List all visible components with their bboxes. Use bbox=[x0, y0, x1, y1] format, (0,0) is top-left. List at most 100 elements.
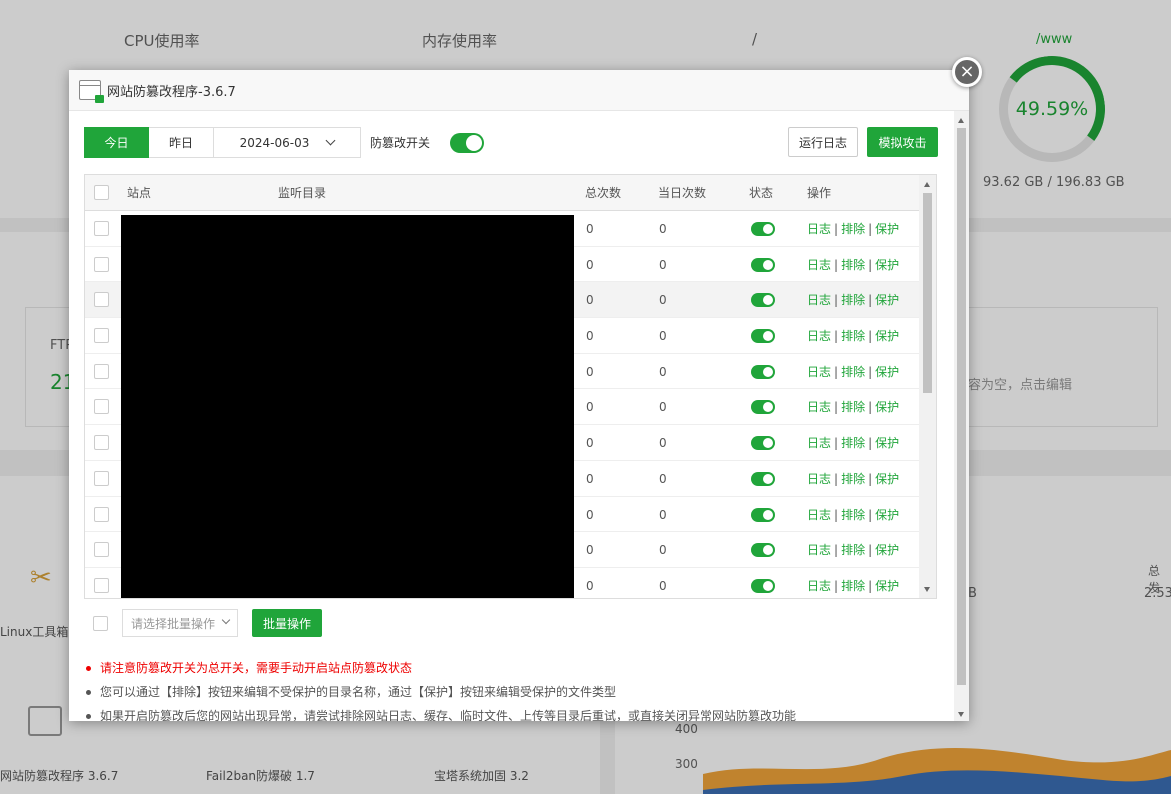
row-protect-link[interactable]: 保护 bbox=[875, 579, 899, 593]
run-log-button[interactable]: 运行日志 bbox=[788, 127, 858, 157]
row-protect-link[interactable]: 保护 bbox=[875, 400, 899, 414]
row-actions: 日志 | 排除 | 保护 bbox=[807, 319, 899, 354]
row-protect-link[interactable]: 保护 bbox=[875, 543, 899, 557]
row-log-link[interactable]: 日志 bbox=[807, 436, 831, 450]
column-dir: 监听目录 bbox=[278, 186, 327, 200]
row-status-switch[interactable] bbox=[751, 578, 775, 593]
row-status-switch[interactable] bbox=[751, 471, 775, 486]
row-today-count: 0 bbox=[659, 222, 667, 236]
batch-action-select[interactable]: 请选择批量操作 bbox=[122, 609, 238, 637]
row-protect-link[interactable]: 保护 bbox=[875, 293, 899, 307]
modal-title: 网站防篡改程序-3.6.7 bbox=[107, 84, 236, 100]
modal-scroll-up-icon[interactable] bbox=[958, 118, 964, 123]
row-log-link[interactable]: 日志 bbox=[807, 508, 831, 522]
row-checkbox[interactable] bbox=[94, 292, 109, 308]
row-checkbox[interactable] bbox=[94, 435, 109, 451]
row-checkbox[interactable] bbox=[94, 399, 109, 415]
row-status-switch[interactable] bbox=[751, 507, 775, 522]
row-log-link[interactable]: 日志 bbox=[807, 365, 831, 379]
row-log-link[interactable]: 日志 bbox=[807, 472, 831, 486]
row-status-switch[interactable] bbox=[751, 543, 775, 558]
row-log-link[interactable]: 日志 bbox=[807, 579, 831, 593]
row-status-switch[interactable] bbox=[751, 436, 775, 451]
row-today-count: 0 bbox=[659, 400, 667, 415]
date-value: 2024-06-03 bbox=[239, 135, 310, 150]
row-exclude-link[interactable]: 排除 bbox=[841, 365, 865, 379]
switch-knob bbox=[763, 295, 773, 306]
separator: | bbox=[868, 578, 873, 593]
row-actions: 日志 | 排除 | 保护 bbox=[807, 498, 899, 533]
row-exclude-link[interactable]: 排除 bbox=[841, 436, 865, 450]
row-actions: 日志 | 排除 | 保护 bbox=[807, 212, 899, 247]
table-scrollbar[interactable] bbox=[919, 175, 936, 598]
row-status-switch[interactable] bbox=[751, 222, 775, 236]
modal-scroll-thumb[interactable] bbox=[957, 128, 966, 685]
row-total-count: 0 bbox=[586, 364, 594, 379]
row-checkbox[interactable] bbox=[94, 256, 109, 272]
row-actions: 日志 | 排除 | 保护 bbox=[807, 390, 899, 425]
separator: | bbox=[834, 293, 839, 308]
row-exclude-link[interactable]: 排除 bbox=[841, 400, 865, 414]
date-select[interactable]: 2024-06-03 bbox=[214, 127, 361, 158]
row-status-switch[interactable] bbox=[751, 257, 775, 272]
row-checkbox[interactable] bbox=[94, 506, 109, 522]
row-status-switch[interactable] bbox=[751, 400, 775, 415]
row-status-switch[interactable] bbox=[751, 329, 775, 344]
row-protect-link[interactable]: 保护 bbox=[875, 508, 899, 522]
row-checkbox[interactable] bbox=[94, 328, 109, 344]
row-checkbox[interactable] bbox=[94, 363, 109, 379]
row-checkbox[interactable] bbox=[94, 577, 109, 593]
batch-select-all-checkbox[interactable] bbox=[93, 616, 108, 631]
row-checkbox[interactable] bbox=[94, 221, 109, 236]
separator: | bbox=[868, 329, 873, 344]
row-exclude-link[interactable]: 排除 bbox=[841, 579, 865, 593]
switch-knob bbox=[763, 366, 773, 377]
modal-scrollbar[interactable] bbox=[954, 111, 969, 721]
chevron-down-icon bbox=[325, 135, 336, 146]
row-today-count: 0 bbox=[659, 436, 667, 451]
row-log-link[interactable]: 日志 bbox=[807, 258, 831, 272]
row-protect-link[interactable]: 保护 bbox=[875, 365, 899, 379]
batch-apply-button[interactable]: 批量操作 bbox=[252, 609, 322, 637]
row-status-switch[interactable] bbox=[751, 364, 775, 379]
row-protect-link[interactable]: 保护 bbox=[875, 222, 899, 236]
row-exclude-link[interactable]: 排除 bbox=[841, 508, 865, 522]
row-exclude-link[interactable]: 排除 bbox=[841, 472, 865, 486]
row-actions: 日志 | 排除 | 保护 bbox=[807, 355, 899, 390]
row-log-link[interactable]: 日志 bbox=[807, 222, 831, 236]
scroll-up-arrow-icon[interactable] bbox=[924, 182, 930, 187]
switch-knob bbox=[763, 438, 773, 449]
tab-today[interactable]: 今日 bbox=[84, 127, 149, 158]
row-log-link[interactable]: 日志 bbox=[807, 400, 831, 414]
tamper-master-switch[interactable] bbox=[450, 132, 485, 153]
row-protect-link[interactable]: 保护 bbox=[875, 258, 899, 272]
row-exclude-link[interactable]: 排除 bbox=[841, 258, 865, 272]
row-log-link[interactable]: 日志 bbox=[807, 329, 831, 343]
table-scroll-thumb[interactable] bbox=[923, 193, 932, 393]
row-today-count: 0 bbox=[659, 578, 667, 593]
row-exclude-link[interactable]: 排除 bbox=[841, 329, 865, 343]
note-item: 您可以通过【排除】按钮来编辑不受保护的目录名称，通过【保护】按钮来编辑受保护的文… bbox=[84, 680, 796, 704]
separator: | bbox=[868, 222, 873, 236]
row-total-count: 0 bbox=[586, 543, 594, 558]
row-checkbox[interactable] bbox=[94, 470, 109, 486]
row-log-link[interactable]: 日志 bbox=[807, 293, 831, 307]
row-checkbox[interactable] bbox=[94, 542, 109, 558]
chevron-down-icon bbox=[221, 615, 231, 625]
row-protect-link[interactable]: 保护 bbox=[875, 329, 899, 343]
row-protect-link[interactable]: 保护 bbox=[875, 436, 899, 450]
scroll-down-arrow-icon[interactable] bbox=[924, 587, 930, 592]
row-exclude-link[interactable]: 排除 bbox=[841, 543, 865, 557]
row-exclude-link[interactable]: 排除 bbox=[841, 293, 865, 307]
row-protect-link[interactable]: 保护 bbox=[875, 472, 899, 486]
row-status-switch[interactable] bbox=[751, 293, 775, 308]
modal-scroll-down-icon[interactable] bbox=[958, 712, 964, 717]
select-all-checkbox[interactable] bbox=[94, 185, 109, 200]
modal-body: 今日 昨日 2024-06-03 防篡改开关 运行日志 模拟攻击 站点 监听目录… bbox=[69, 111, 954, 721]
row-exclude-link[interactable]: 排除 bbox=[841, 222, 865, 236]
separator: | bbox=[868, 507, 873, 522]
close-modal-button[interactable]: × bbox=[952, 57, 982, 87]
tab-yesterday[interactable]: 昨日 bbox=[149, 127, 214, 158]
simulate-attack-button[interactable]: 模拟攻击 bbox=[867, 127, 938, 157]
row-log-link[interactable]: 日志 bbox=[807, 543, 831, 557]
